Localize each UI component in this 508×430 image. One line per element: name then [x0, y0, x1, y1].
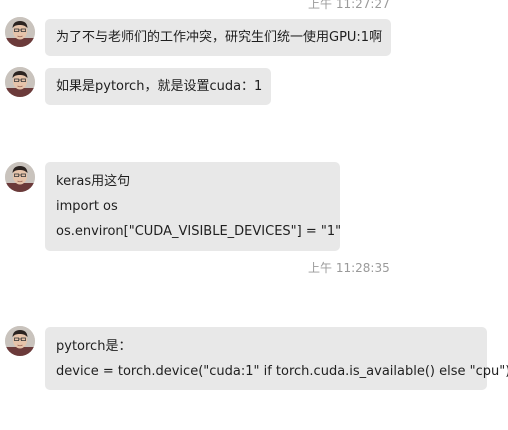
message-text: os.environ["CUDA_VISIBLE_DEVICES"] = "1" — [56, 224, 342, 239]
message-bubble-4[interactable]: pytorch是： device = torch.device("cuda:1"… — [45, 327, 508, 390]
message-bubble-3[interactable]: keras用这句 import os os.environ["CUDA_VISI… — [45, 162, 342, 251]
message-bubble-1[interactable]: 为了不与老师们的工作冲突，研究生们统一使用GPU:1啊 — [45, 19, 391, 56]
timestamp-2: 上午 11:28:35 — [308, 261, 390, 275]
message-text: 如果是pytorch，就是设置cuda：1 — [56, 79, 263, 94]
timestamp-1: 上午 11:27:27 — [308, 0, 390, 11]
message-text: device = torch.device("cuda:1" if torch.… — [56, 364, 508, 379]
avatar-icon — [5, 17, 35, 47]
avatar-icon — [5, 67, 35, 97]
avatar-icon — [5, 162, 35, 192]
message-text: pytorch是： — [56, 339, 132, 354]
avatar[interactable] — [5, 326, 35, 356]
message-text: 为了不与老师们的工作冲突，研究生们统一使用GPU:1啊 — [56, 30, 383, 45]
avatar[interactable] — [5, 17, 35, 47]
avatar[interactable] — [5, 67, 35, 97]
avatar-icon — [5, 326, 35, 356]
avatar[interactable] — [5, 162, 35, 192]
message-bubble-2[interactable]: 如果是pytorch，就是设置cuda：1 — [45, 68, 271, 105]
message-text: keras用这句 — [56, 174, 131, 189]
message-text: import os — [56, 199, 118, 214]
